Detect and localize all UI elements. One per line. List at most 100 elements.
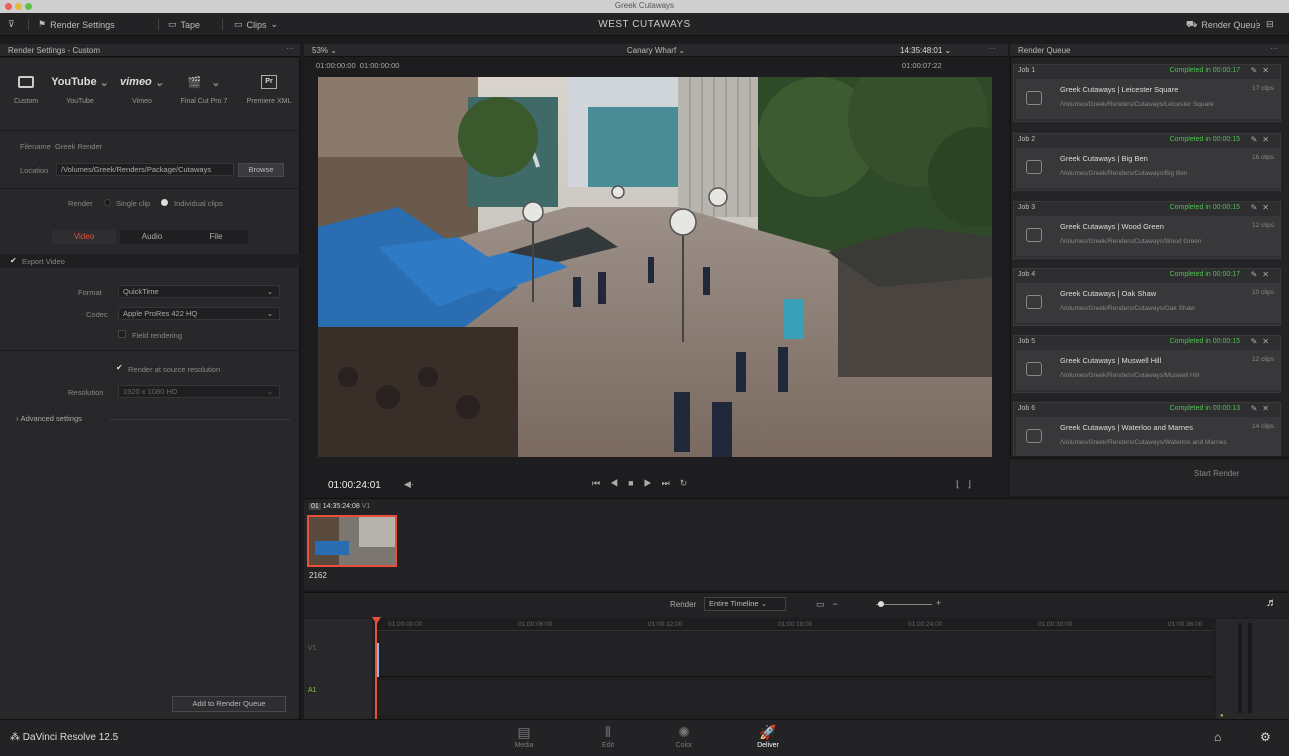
queue-options-icon[interactable]: ··· [1270,44,1278,53]
zoom-in-icon[interactable]: + [936,598,941,608]
video-track-label: V1 [308,645,317,652]
volume-icon[interactable]: ◀· [404,479,414,490]
audio-meters: ● [1216,619,1289,720]
stop-icon[interactable]: ■ [628,478,643,488]
delete-icon[interactable]: ✕ [1262,337,1274,346]
viewer-frame-image [318,77,992,457]
delete-icon[interactable]: ✕ [1262,404,1274,413]
timeline-view-controls: ▭− [816,599,846,610]
play-reverse-icon[interactable]: ◀ [610,478,628,488]
timeline-ruler: 01:00:00:00 01:00:06:00 01:00:12:00 01:0… [388,621,1203,628]
timeline-view-icon[interactable]: ▭ [816,599,833,609]
field-rendering-label: Field rendering [132,331,183,340]
export-video-label: Export Video [22,257,65,266]
resolution-select[interactable]: 1920 x 1080 HD ⌄ [118,385,280,398]
render-job[interactable]: Job 5 Completed in 00:00:15 ✎✕ Greek Cuta… [1013,335,1281,393]
render-job[interactable]: Job 2 Completed in 00:00:15 ✎✕ Greek Cuta… [1013,133,1281,191]
preset-vimeo[interactable]: vimeo ⌄ Vimeo [118,72,166,105]
youtube-icon: YouTube ⌄ [51,76,109,89]
delete-icon[interactable]: ✕ [1262,270,1274,279]
fullscreen-icon[interactable]: ⊟ [1266,18,1274,31]
window-titlebar: Greek Cutaways [0,0,1289,13]
single-clip-radio[interactable] [104,199,111,206]
edit-icon[interactable]: ✎ [1251,404,1263,413]
clip-header: 01 14:35:24:08 V1 [309,503,371,510]
render-queue-header: Render Queue [1010,44,1289,57]
clapper-icon: 🎬 ⌄ [187,76,221,89]
timeline-panel: Render Entire Timeline ⌄ ▭− + ♬ 01:00:00… [304,592,1289,720]
edit-icon[interactable]: ✎ [1251,270,1263,279]
resolution-label: Resolution [68,388,104,397]
render-range-select[interactable]: Entire Timeline ⌄ [704,597,786,611]
settings-gear-icon[interactable]: ⚙ [1260,730,1271,744]
individual-clips-radio[interactable] [161,199,168,206]
delete-icon[interactable]: ✕ [1262,203,1274,212]
start-render-button[interactable]: Start Render [1194,469,1239,478]
zoom-out-icon[interactable]: − [833,599,846,609]
audio-track[interactable] [374,681,1212,715]
go-to-start-icon[interactable]: ⏮ [592,478,610,488]
home-icon[interactable]: ⌂ [1214,730,1221,744]
render-job[interactable]: Job 4 Completed in 00:00:17 ✎✕ Greek Cuta… [1013,268,1281,326]
edit-icon[interactable]: ✎ [1251,135,1263,144]
delete-icon[interactable]: ✕ [1262,135,1274,144]
play-icon[interactable]: ▶ [644,478,662,488]
tab-video[interactable]: Video [52,230,116,244]
render-queue-toggle[interactable]: ⛟ Render Queue [1186,18,1260,31]
viewer-options-icon[interactable]: ··· [988,44,996,53]
mark-out-icon[interactable]: ⌋ [968,479,980,489]
clips-toggle[interactable]: ▭ Clips ⌄ [234,18,278,31]
tab-file[interactable]: File [184,230,248,244]
render-settings-header: Render Settings - Custom [0,44,300,57]
render-queue-icon: ⛟ [1186,18,1198,29]
audio-mixer-icon[interactable]: ♬ [1266,597,1277,609]
location-label: Location [20,166,49,175]
source-resolution-checkbox[interactable]: ✔ [116,363,123,372]
codec-select[interactable]: Apple ProRes 422 HQ ⌄ [118,307,280,320]
vimeo-icon: vimeo ⌄ [119,76,164,89]
tape-toggle[interactable]: ▭ Tape [168,18,200,31]
delete-icon[interactable]: ✕ [1262,66,1274,75]
workspace-menu-icon[interactable]: ⊽ [8,18,15,31]
format-select[interactable]: QuickTime ⌄ [118,285,280,298]
preset-custom[interactable]: Custom [2,72,50,105]
edit-icon[interactable]: ✎ [1251,337,1263,346]
page-media[interactable]: ▤ Media [502,724,546,749]
page-deliver[interactable]: 🚀 Deliver [746,724,790,749]
add-to-render-queue-button[interactable]: Add to Render Queue [172,696,286,712]
clip-thumbnail[interactable] [307,515,397,567]
loop-icon[interactable]: ↻ [680,478,698,488]
timecode-top[interactable]: 14:35:48:01 ⌄ [900,46,951,55]
render-job[interactable]: Job 6 Completed in 00:00:13 ✎✕ Greek Cuta… [1013,402,1281,456]
panel-options-icon[interactable]: ··· [286,44,294,53]
render-settings-panel: Custom YouTube ⌄ YouTube vimeo ⌄ Vimeo 🎬 ⌄ … [0,58,300,719]
render-job[interactable]: Job 3 Completed in 00:00:15 ✎✕ Greek Cuta… [1013,201,1281,259]
mark-in-icon[interactable]: ⌊ [956,479,968,489]
advanced-settings-toggle[interactable]: › Advanced settings [16,414,82,423]
tab-audio[interactable]: Audio [120,230,184,244]
page-edit[interactable]: ⫴ Edit [586,724,630,749]
page-color[interactable]: ✺ Color [662,724,706,749]
playback-controls: ⏮◀■▶⏭↻ [592,478,697,489]
preset-youtube[interactable]: YouTube ⌄ YouTube [51,72,109,105]
filename-value[interactable]: Greek Render [55,142,102,151]
render-settings-toggle[interactable]: ⚑ Render Settings [38,18,115,31]
browse-button[interactable]: Browse [238,163,284,177]
in-out-controls: ⌊⌋ [956,479,979,490]
video-track[interactable] [374,633,1212,677]
preset-final-cut[interactable]: 🎬 ⌄ Final Cut Pro 7 [180,72,228,106]
go-to-end-icon[interactable]: ⏭ [662,478,680,488]
edit-icon[interactable]: ✎ [1251,203,1263,212]
playhead[interactable] [375,619,377,720]
export-video-checkbox[interactable]: ✔ [10,256,17,265]
preset-premiere[interactable]: Pr Premiere XML [240,72,298,105]
edit-icon[interactable]: ✎ [1251,66,1263,75]
resolve-logo-icon: ⁂ [10,732,20,743]
chevron-right-icon: › [16,414,19,423]
render-mode-label: Render [68,199,93,208]
zoom-slider[interactable] [876,604,932,605]
field-rendering-checkbox[interactable] [118,330,126,338]
location-input[interactable]: /Volumes/Greek/Renders/Package/Cutaways [56,163,234,176]
zoom-slider-handle[interactable] [878,601,884,607]
render-job[interactable]: Job 1 Completed in 00:00:17 ✎✕ Greek Cuta… [1013,64,1281,122]
